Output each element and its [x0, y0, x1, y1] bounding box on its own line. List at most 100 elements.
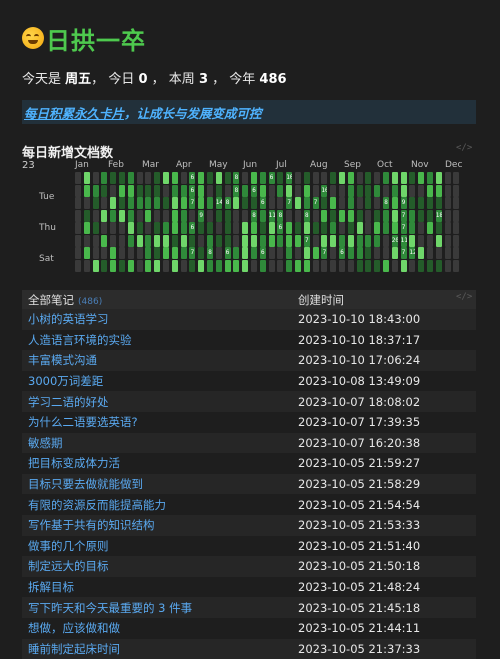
- heatmap-cell[interactable]: [339, 235, 345, 247]
- heatmap-cell[interactable]: 8: [304, 210, 310, 222]
- heatmap-cell[interactable]: [110, 185, 116, 197]
- heatmap-cell[interactable]: [119, 235, 125, 247]
- heatmap-cell[interactable]: [330, 197, 336, 209]
- heatmap-cell[interactable]: [392, 185, 398, 197]
- heatmap-cell[interactable]: [269, 247, 275, 259]
- heatmap-cell[interactable]: [137, 247, 143, 259]
- note-title-link[interactable]: 睡前制定起床时间: [22, 641, 298, 657]
- heatmap-cell[interactable]: [339, 222, 345, 234]
- heatmap-cell[interactable]: 6: [260, 197, 266, 209]
- heatmap-cell[interactable]: [119, 197, 125, 209]
- heatmap-cell[interactable]: [453, 235, 459, 247]
- heatmap-cell[interactable]: 8: [233, 172, 239, 184]
- heatmap-cell[interactable]: [137, 222, 143, 234]
- heatmap-cell[interactable]: 9: [198, 210, 204, 222]
- heatmap-cell[interactable]: [216, 247, 222, 259]
- heatmap-cell[interactable]: [128, 260, 134, 272]
- heatmap-cell[interactable]: 8: [233, 185, 239, 197]
- heatmap-cell[interactable]: [418, 185, 424, 197]
- heatmap-cell[interactable]: 7: [286, 197, 292, 209]
- heatmap-cell[interactable]: [295, 172, 301, 184]
- heatmap-cell[interactable]: [181, 260, 187, 272]
- heatmap-cell[interactable]: [295, 247, 301, 259]
- heatmap-cell[interactable]: [84, 197, 90, 209]
- heatmap-cell[interactable]: [269, 222, 275, 234]
- heatmap-cell[interactable]: 8: [251, 210, 257, 222]
- heatmap-cell[interactable]: [383, 210, 389, 222]
- heatmap-cell[interactable]: [392, 197, 398, 209]
- heatmap-cell[interactable]: [207, 210, 213, 222]
- heatmap-cell[interactable]: [154, 172, 160, 184]
- heatmap-cell[interactable]: [172, 185, 178, 197]
- heatmap-cell[interactable]: [145, 197, 151, 209]
- heatmap-cell[interactable]: [392, 260, 398, 272]
- heatmap-cell[interactable]: [163, 197, 169, 209]
- heatmap-cell[interactable]: [233, 260, 239, 272]
- heatmap-cell[interactable]: [154, 197, 160, 209]
- heatmap-cell[interactable]: [101, 260, 107, 272]
- note-title-link[interactable]: 写作基于共有的知识结构: [22, 517, 298, 533]
- heatmap-cell[interactable]: [286, 235, 292, 247]
- heatmap-cell[interactable]: [339, 185, 345, 197]
- heatmap-cell[interactable]: [313, 185, 319, 197]
- heatmap-cell[interactable]: [277, 260, 283, 272]
- heatmap-cell[interactable]: [233, 197, 239, 209]
- heatmap-cell[interactable]: [137, 197, 143, 209]
- heatmap-cell[interactable]: [409, 172, 415, 184]
- heatmap-cell[interactable]: [339, 172, 345, 184]
- heatmap-cell[interactable]: [365, 210, 371, 222]
- heatmap-cell[interactable]: [392, 247, 398, 259]
- note-title-link[interactable]: 敏感期: [22, 435, 298, 451]
- heatmap-cell[interactable]: [357, 222, 363, 234]
- heatmap-cell[interactable]: [93, 260, 99, 272]
- heatmap-cell[interactable]: [357, 247, 363, 259]
- heatmap-cell[interactable]: [445, 222, 451, 234]
- heatmap-cell[interactable]: [436, 222, 442, 234]
- heatmap-cell[interactable]: 6: [189, 172, 195, 184]
- heatmap-cell[interactable]: [242, 172, 248, 184]
- heatmap-cell[interactable]: [313, 247, 319, 259]
- heatmap-cell[interactable]: [216, 222, 222, 234]
- heatmap-cell[interactable]: [383, 247, 389, 259]
- heatmap-cell[interactable]: [374, 247, 380, 259]
- heatmap-cell[interactable]: 6: [251, 185, 257, 197]
- heatmap-cell[interactable]: [277, 235, 283, 247]
- heatmap-cell[interactable]: [445, 185, 451, 197]
- heatmap-cell[interactable]: [348, 235, 354, 247]
- heatmap-cell[interactable]: [84, 247, 90, 259]
- heatmap-cell[interactable]: [427, 235, 433, 247]
- heatmap-cell[interactable]: [145, 247, 151, 259]
- heatmap-cell[interactable]: [277, 247, 283, 259]
- heatmap-cell[interactable]: [304, 185, 310, 197]
- heatmap-cell[interactable]: [321, 172, 327, 184]
- heatmap-cell[interactable]: [392, 222, 398, 234]
- heatmap-cell[interactable]: [295, 185, 301, 197]
- heatmap-cell[interactable]: [181, 247, 187, 259]
- heatmap-cell[interactable]: [119, 185, 125, 197]
- heatmap-cell[interactable]: [137, 210, 143, 222]
- heatmap-cell[interactable]: [128, 222, 134, 234]
- heatmap-cell[interactable]: [409, 222, 415, 234]
- heatmap-cell[interactable]: [374, 185, 380, 197]
- heatmap-cell[interactable]: [110, 235, 116, 247]
- heatmap-cell[interactable]: [163, 185, 169, 197]
- heatmap-cell[interactable]: [154, 260, 160, 272]
- heatmap-cell[interactable]: [216, 210, 222, 222]
- heatmap-cell[interactable]: [181, 222, 187, 234]
- heatmap-cell[interactable]: [163, 260, 169, 272]
- heatmap-cell[interactable]: [154, 222, 160, 234]
- note-title-link[interactable]: 把目标变成体力活: [22, 455, 298, 471]
- heatmap-cell[interactable]: [348, 185, 354, 197]
- heatmap-cell[interactable]: [172, 222, 178, 234]
- note-title-link[interactable]: 人造语言环境的实验: [22, 332, 298, 348]
- heatmap-cell[interactable]: [198, 222, 204, 234]
- heatmap-cell[interactable]: [401, 172, 407, 184]
- heatmap-cell[interactable]: [75, 185, 81, 197]
- note-title-link[interactable]: 为什么二语要选英语?: [22, 414, 298, 430]
- heatmap-cell[interactable]: [295, 197, 301, 209]
- heatmap-cell[interactable]: [93, 247, 99, 259]
- heatmap-cell[interactable]: [93, 172, 99, 184]
- heatmap-cell[interactable]: [110, 222, 116, 234]
- heatmap-cell[interactable]: [225, 222, 231, 234]
- col-header-notes[interactable]: 全部笔记(486): [22, 292, 298, 308]
